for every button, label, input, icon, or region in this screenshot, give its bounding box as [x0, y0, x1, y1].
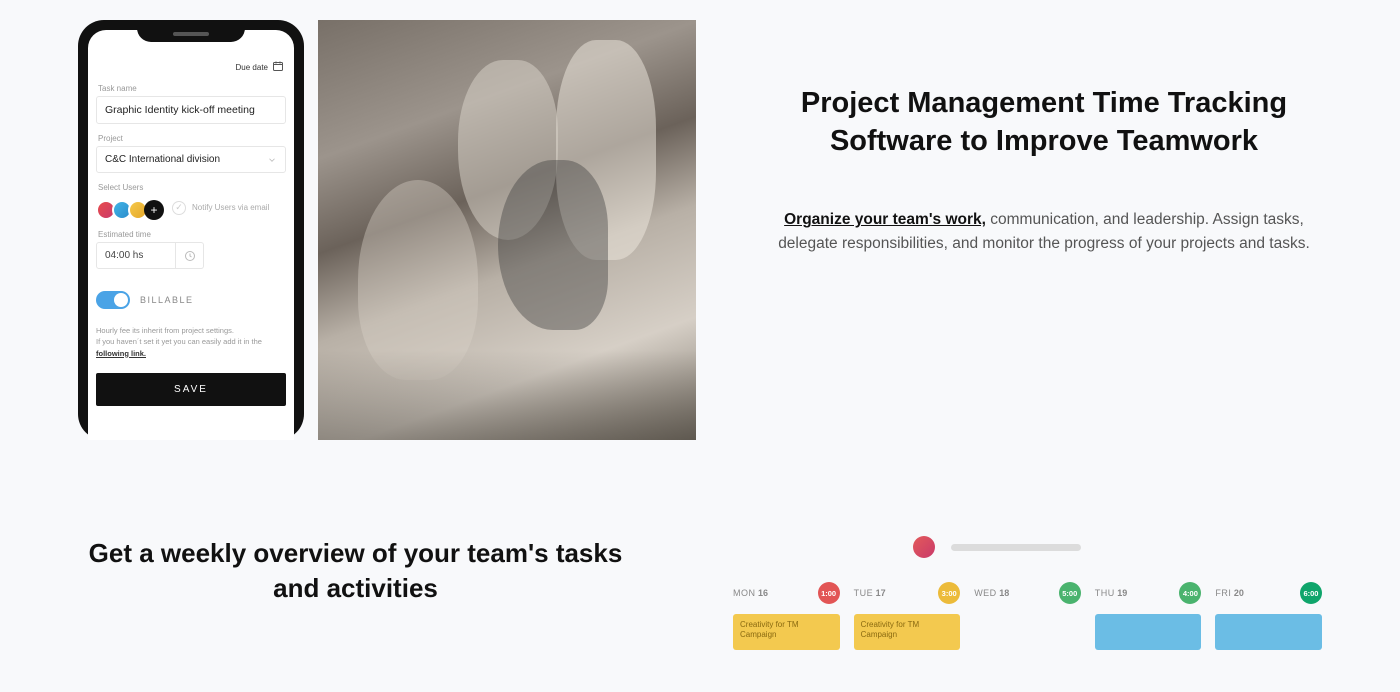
task-name-input[interactable]: Graphic Identity kick-off meeting: [96, 96, 286, 124]
hero-media: Due date Task name Graphic Identity kick…: [78, 20, 696, 440]
billable-label: BILLABLE: [140, 295, 194, 305]
following-link[interactable]: following link.: [96, 349, 146, 358]
hours-badge: 6:00: [1300, 582, 1322, 604]
project-select[interactable]: C&C International division: [96, 146, 286, 173]
task-name-label: Task name: [98, 84, 284, 93]
day-header: FRI 20 6:00: [1215, 582, 1322, 604]
hours-badge: 5:00: [1059, 582, 1081, 604]
progress-bar: [951, 544, 1081, 551]
due-date-label: Due date: [236, 63, 268, 72]
add-user-button[interactable]: +: [144, 200, 164, 220]
day-header: WED 18 5:00: [974, 582, 1081, 604]
hours-badge: 4:00: [1179, 582, 1201, 604]
estimated-time-label: Estimated time: [98, 230, 284, 239]
hourly-fee-hint: Hourly fee its inherit from project sett…: [96, 325, 286, 359]
chevron-down-icon: [267, 155, 277, 165]
select-users-label: Select Users: [98, 183, 284, 192]
task-card[interactable]: Creativity for TM Campaign: [854, 614, 961, 650]
check-icon: ✓: [172, 201, 186, 215]
day-label: MON 16: [733, 588, 768, 598]
phone-screen: Due date Task name Graphic Identity kick…: [88, 30, 294, 440]
task-card[interactable]: [1215, 614, 1322, 650]
notify-users-option[interactable]: ✓ Notify Users via email: [172, 201, 269, 215]
day-label: THU 19: [1095, 588, 1128, 598]
day-column: MON 16 1:00 Creativity for TM Campaign: [733, 582, 840, 650]
due-date-row: Due date: [96, 60, 286, 74]
task-card[interactable]: Creativity for TM Campaign: [733, 614, 840, 650]
time-picker-button[interactable]: [176, 242, 204, 269]
day-column: WED 18 5:00: [974, 582, 1081, 650]
day-header: TUE 17 3:00: [854, 582, 961, 604]
day-column: THU 19 4:00: [1095, 582, 1202, 650]
day-column: FRI 20 6:00: [1215, 582, 1322, 650]
day-column: TUE 17 3:00 Creativity for TM Campaign: [854, 582, 961, 650]
weekly-heading: Get a weekly overview of your team's tas…: [78, 536, 633, 606]
hero-section: Due date Task name Graphic Identity kick…: [0, 0, 1400, 500]
hero-body: Organize your team's work, communication…: [766, 208, 1322, 255]
hours-badge: 3:00: [938, 582, 960, 604]
day-header: THU 19 4:00: [1095, 582, 1202, 604]
estimated-time-input[interactable]: 04:00 hs: [96, 242, 176, 269]
day-header: MON 16 1:00: [733, 582, 840, 604]
weekly-timeline: MON 161:00Creativity for TM CampaignTUE …: [733, 536, 1322, 650]
hero-heading: Project Management Time Tracking Softwar…: [766, 85, 1322, 160]
day-label: WED 18: [974, 588, 1009, 598]
weekly-section: Get a weekly overview of your team's tas…: [0, 500, 1400, 650]
hero-photo: [318, 20, 696, 440]
clock-icon: [184, 250, 196, 262]
day-label: FRI 20: [1215, 588, 1244, 598]
hours-badge: 1:00: [818, 582, 840, 604]
user-avatars: +: [96, 200, 164, 220]
billable-toggle[interactable]: [96, 291, 130, 309]
save-button[interactable]: SAVE: [96, 373, 286, 406]
day-label: TUE 17: [854, 588, 886, 598]
task-card[interactable]: [1095, 614, 1202, 650]
avatar: [913, 536, 935, 558]
phone-mockup: Due date Task name Graphic Identity kick…: [78, 20, 304, 440]
hero-text: Project Management Time Tracking Softwar…: [766, 20, 1322, 440]
project-label: Project: [98, 134, 284, 143]
calendar-icon[interactable]: [272, 60, 284, 74]
